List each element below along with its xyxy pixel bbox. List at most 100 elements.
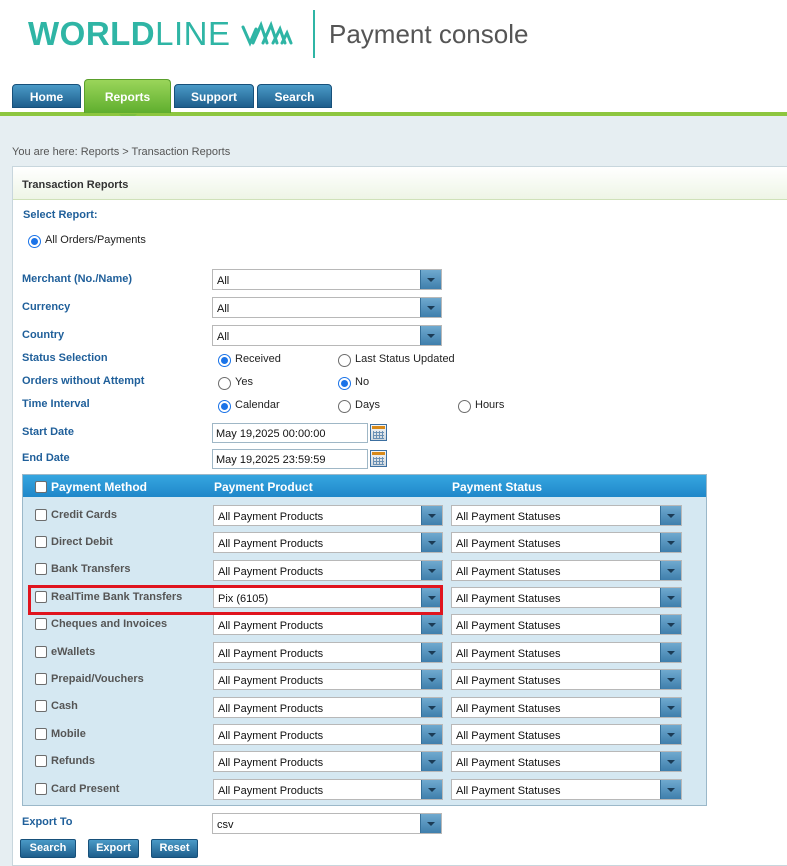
chevron-down-icon[interactable] [421, 506, 442, 525]
start-date-value: May 19,2025 00:00:00 [216, 428, 326, 440]
cheques-invoices-checkbox[interactable] [35, 618, 47, 630]
bank-transfers-product-select[interactable]: All Payment Products [213, 560, 443, 581]
direct-debit-product-select[interactable]: All Payment Products [213, 532, 443, 553]
card-present-product-select[interactable]: All Payment Products [213, 779, 443, 800]
calendar-icon[interactable] [370, 450, 387, 467]
mobile-status-select[interactable]: All Payment Statuses [451, 724, 682, 745]
status-last-updated-radio[interactable] [338, 354, 351, 367]
chevron-down-icon[interactable] [660, 725, 681, 744]
product-value: All Payment Products [218, 757, 324, 769]
refunds-checkbox[interactable] [35, 755, 47, 767]
ti-calendar-radio[interactable] [218, 400, 231, 413]
ti-days-radio[interactable] [338, 400, 351, 413]
card-present-status-select[interactable]: All Payment Statuses [451, 779, 682, 800]
refunds-product-select[interactable]: All Payment Products [213, 751, 443, 772]
chevron-down-icon[interactable] [660, 752, 681, 771]
ewallets-checkbox[interactable] [35, 646, 47, 658]
prepaid-vouchers-status-select[interactable]: All Payment Statuses [451, 669, 682, 690]
refunds-status-select[interactable]: All Payment Statuses [451, 751, 682, 772]
end-date-label: End Date [22, 452, 70, 464]
ewallets-status-select[interactable]: All Payment Statuses [451, 642, 682, 663]
chevron-down-icon[interactable] [420, 814, 441, 833]
chevron-down-icon[interactable] [421, 780, 442, 799]
currency-label: Currency [22, 301, 71, 313]
prepaid-vouchers-checkbox[interactable] [35, 673, 47, 685]
chevron-down-icon[interactable] [660, 588, 681, 607]
owa-no-radio[interactable] [338, 377, 351, 390]
method-direct-debit: Direct Debit [51, 536, 113, 548]
chevron-down-icon[interactable] [660, 670, 681, 689]
ewallets-product-select[interactable]: All Payment Products [213, 642, 443, 663]
chevron-down-icon[interactable] [660, 615, 681, 634]
bank-transfers-status-select[interactable]: All Payment Statuses [451, 560, 682, 581]
header-divider [313, 10, 315, 58]
worldline-logo[interactable]: WORLD LINE [28, 15, 297, 52]
currency-select[interactable]: All [212, 297, 442, 318]
chevron-down-icon[interactable] [660, 643, 681, 662]
tab-search[interactable]: Search [257, 84, 332, 108]
credit-cards-status-select[interactable]: All Payment Statuses [451, 505, 682, 526]
search-button[interactable]: Search [20, 839, 76, 858]
prepaid-vouchers-product-select[interactable]: All Payment Products [213, 669, 443, 690]
owa-yes-radio[interactable] [218, 377, 231, 390]
product-value: All Payment Products [218, 730, 324, 742]
select-all-methods-checkbox[interactable] [35, 481, 47, 493]
realtime-bank-transfers-status-select[interactable]: All Payment Statuses [451, 587, 682, 608]
tab-home[interactable]: Home [12, 84, 81, 108]
merchant-label: Merchant (No./Name) [22, 273, 133, 285]
chevron-down-icon[interactable] [660, 561, 681, 580]
calendar-icon[interactable] [370, 424, 387, 441]
cash-checkbox[interactable] [35, 700, 47, 712]
chevron-down-icon[interactable] [421, 615, 442, 634]
credit-cards-checkbox[interactable] [35, 509, 47, 521]
tab-support[interactable]: Support [174, 84, 254, 108]
bank-transfers-checkbox[interactable] [35, 563, 47, 575]
status-value: All Payment Statuses [456, 703, 561, 715]
chevron-down-icon[interactable] [660, 506, 681, 525]
chevron-down-icon[interactable] [421, 725, 442, 744]
status-received-radio[interactable] [218, 354, 231, 367]
tab-reports[interactable]: Reports [84, 79, 171, 113]
chevron-down-icon[interactable] [421, 698, 442, 717]
export-button[interactable]: Export [88, 839, 139, 858]
status-received-label: Received [235, 353, 281, 365]
method-cash: Cash [51, 700, 78, 712]
report-all-orders-radio[interactable] [28, 235, 41, 248]
cheques-invoices-product-select[interactable]: All Payment Products [213, 614, 443, 635]
cheques-invoices-status-select[interactable]: All Payment Statuses [451, 614, 682, 635]
cash-status-select[interactable]: All Payment Statuses [451, 697, 682, 718]
export-to-label: Export To [22, 816, 73, 828]
chevron-down-icon[interactable] [421, 561, 442, 580]
end-date-value: May 19,2025 23:59:59 [216, 454, 326, 466]
ti-hours-radio[interactable] [458, 400, 471, 413]
chevron-down-icon[interactable] [420, 326, 441, 345]
reset-button[interactable]: Reset [151, 839, 198, 858]
start-date-input[interactable]: May 19,2025 00:00:00 [212, 423, 368, 443]
status-value: All Payment Statuses [456, 730, 561, 742]
country-select[interactable]: All [212, 325, 442, 346]
chevron-down-icon[interactable] [420, 270, 441, 289]
cash-product-select[interactable]: All Payment Products [213, 697, 443, 718]
chevron-down-icon[interactable] [421, 752, 442, 771]
logo-text-line: LINE [155, 15, 231, 52]
status-value: All Payment Statuses [456, 757, 561, 769]
chevron-down-icon[interactable] [421, 670, 442, 689]
direct-debit-checkbox[interactable] [35, 536, 47, 548]
product-value: All Payment Products [218, 785, 324, 797]
chevron-down-icon[interactable] [660, 698, 681, 717]
status-value: All Payment Statuses [456, 620, 561, 632]
chevron-down-icon[interactable] [660, 780, 681, 799]
chevron-down-icon[interactable] [421, 643, 442, 662]
mobile-product-select[interactable]: All Payment Products [213, 724, 443, 745]
mobile-checkbox[interactable] [35, 728, 47, 740]
status-value: All Payment Statuses [456, 538, 561, 550]
direct-debit-status-select[interactable]: All Payment Statuses [451, 532, 682, 553]
merchant-select[interactable]: All [212, 269, 442, 290]
card-present-checkbox[interactable] [35, 783, 47, 795]
chevron-down-icon[interactable] [420, 298, 441, 317]
chevron-down-icon[interactable] [421, 533, 442, 552]
end-date-input[interactable]: May 19,2025 23:59:59 [212, 449, 368, 469]
chevron-down-icon[interactable] [660, 533, 681, 552]
export-format-select[interactable]: csv [212, 813, 442, 834]
credit-cards-product-select[interactable]: All Payment Products [213, 505, 443, 526]
